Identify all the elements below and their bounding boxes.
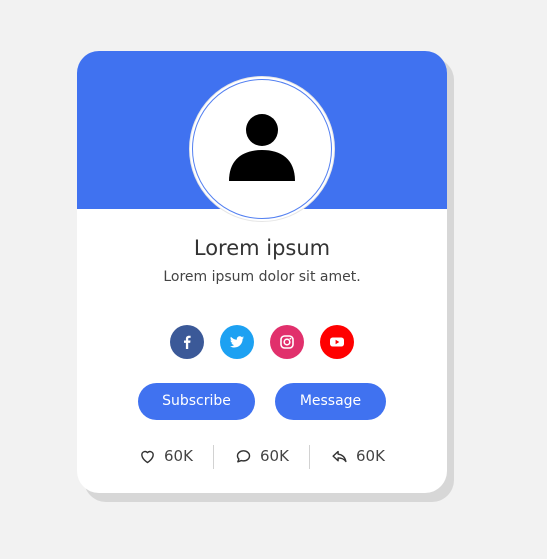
shares-stat[interactable]: 60K (331, 443, 385, 469)
subscribe-button[interactable]: Subscribe (138, 383, 255, 420)
social-links (170, 325, 354, 359)
twitter-icon (230, 336, 244, 348)
reply-icon (332, 450, 347, 462)
comments-stat[interactable]: 60K (235, 443, 289, 469)
shares-count: 60K (356, 447, 385, 465)
instagram-icon (280, 335, 294, 349)
profile-bio: Lorem ipsum dolor sit amet. (163, 269, 361, 285)
user-icon (229, 114, 295, 181)
avatar (190, 77, 334, 221)
youtube-icon (330, 337, 344, 347)
message-button[interactable]: Message (275, 383, 386, 420)
comments-count: 60K (260, 447, 289, 465)
facebook-link[interactable] (170, 325, 204, 359)
instagram-link[interactable] (270, 325, 304, 359)
likes-stat[interactable]: 60K (139, 443, 193, 469)
profile-card: Lorem ipsum Lorem ipsum dolor sit amet. (77, 51, 447, 493)
comment-icon (236, 449, 251, 463)
heart-icon (141, 450, 154, 463)
likes-count: 60K (164, 447, 193, 465)
stats-bar: 60K 60K 60K (77, 443, 447, 469)
profile-name: Lorem ipsum (193, 236, 331, 260)
youtube-link[interactable] (320, 325, 354, 359)
stats-divider (213, 445, 214, 469)
facebook-icon (184, 335, 191, 349)
twitter-link[interactable] (220, 325, 254, 359)
stats-divider (309, 445, 310, 469)
